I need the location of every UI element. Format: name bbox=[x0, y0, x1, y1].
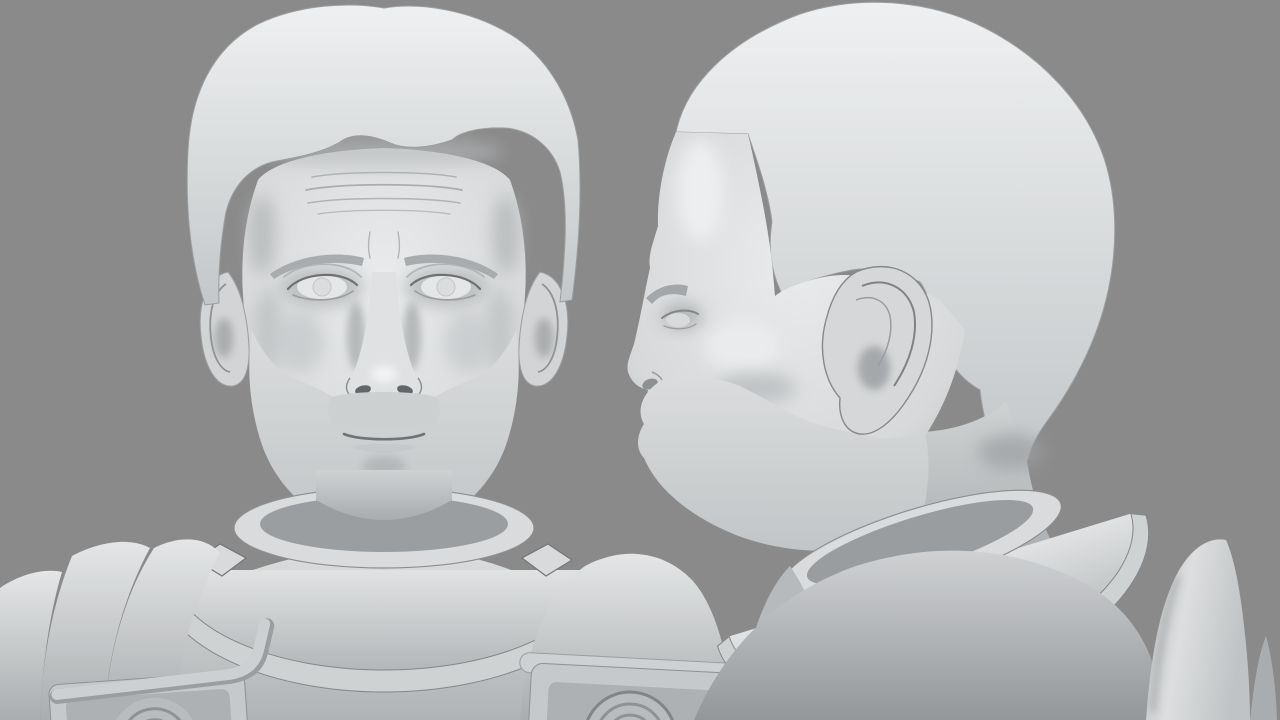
right-eye bbox=[404, 263, 488, 307]
left-eye bbox=[280, 263, 364, 307]
sculpt-viewport: Monochrome digital clay sculpt of a bear… bbox=[0, 0, 1280, 720]
render-canvas: Monochrome digital clay sculpt of a bear… bbox=[0, 0, 1280, 720]
